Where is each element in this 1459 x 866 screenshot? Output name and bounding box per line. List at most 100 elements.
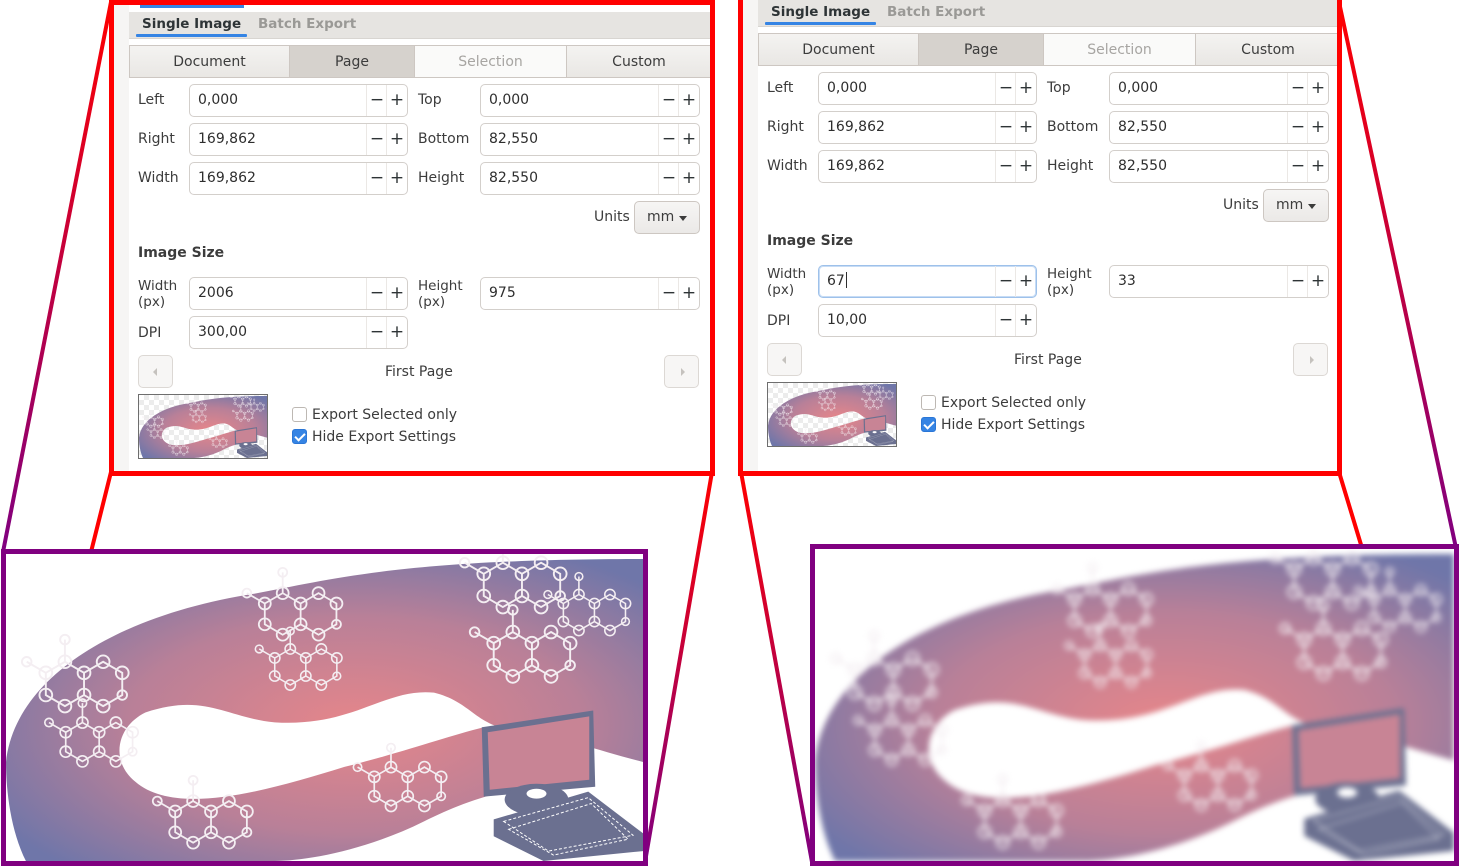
decrement-button[interactable]: − <box>995 112 1016 143</box>
image-height-spinbox[interactable]: 975 − + <box>480 277 700 310</box>
height-label: Height <box>418 170 465 186</box>
image-width-label-line1: Width <box>767 266 807 282</box>
increment-button[interactable]: + <box>1015 112 1036 143</box>
left-value[interactable]: 0,000 <box>198 85 238 116</box>
image-width-text[interactable]: 67 <box>827 273 845 289</box>
decrement-button[interactable]: − <box>366 317 387 348</box>
height-value[interactable]: 82,550 <box>1118 151 1167 182</box>
tab-batch-export[interactable]: Batch Export <box>887 4 985 20</box>
dpi-value[interactable]: 10,00 <box>827 305 867 336</box>
increment-button[interactable]: + <box>678 278 699 309</box>
units-dropdown[interactable]: mm <box>634 201 700 234</box>
bottom-spinbox[interactable]: 82,550 − + <box>480 123 700 156</box>
top-value[interactable]: 0,000 <box>1118 73 1158 104</box>
decrement-button[interactable]: − <box>366 85 387 116</box>
bottom-value[interactable]: 82,550 <box>1118 112 1167 143</box>
height-spinbox[interactable]: 82,550 − + <box>480 162 700 195</box>
increment-button[interactable]: + <box>1307 266 1328 297</box>
next-page-button[interactable] <box>1293 343 1328 376</box>
decrement-button[interactable]: − <box>658 278 679 309</box>
height-value[interactable]: 82,550 <box>489 163 538 194</box>
export-mode-tabs: Single Image Batch Export <box>129 12 710 39</box>
decrement-button[interactable]: − <box>995 73 1016 104</box>
right-value[interactable]: 169,862 <box>827 112 885 143</box>
bottom-spinbox[interactable]: 82,550 − + <box>1109 111 1329 144</box>
top-spinbox[interactable]: 0,000 − + <box>1109 72 1329 105</box>
checkbox-checked-icon[interactable] <box>292 429 307 444</box>
image-width-spinbox[interactable]: 2006 − + <box>189 277 408 310</box>
dropdown-arrow-icon <box>679 216 687 221</box>
width-value[interactable]: 169,862 <box>198 163 256 194</box>
checkbox-unchecked-icon[interactable] <box>921 395 936 410</box>
previous-page-button[interactable] <box>767 343 802 376</box>
width-spinbox[interactable]: 169,862 − + <box>818 150 1037 183</box>
decrement-button[interactable]: − <box>658 124 679 155</box>
top-value[interactable]: 0,000 <box>489 85 529 116</box>
left-value[interactable]: 0,000 <box>827 73 867 104</box>
dpi-value[interactable]: 300,00 <box>198 317 247 348</box>
tab-single-image[interactable]: Single Image <box>135 16 248 37</box>
image-height-value[interactable]: 975 <box>489 278 516 309</box>
image-height-label-line2: (px) <box>418 294 446 310</box>
area-custom-button[interactable]: Custom <box>1196 33 1337 66</box>
area-selection-button[interactable]: Selection <box>1044 33 1196 66</box>
decrement-button[interactable]: − <box>1287 73 1308 104</box>
area-custom-button[interactable]: Custom <box>567 45 710 78</box>
decrement-button[interactable]: − <box>995 151 1016 182</box>
increment-button[interactable]: + <box>1307 73 1328 104</box>
width-spinbox[interactable]: 169,862 − + <box>189 162 408 195</box>
increment-button[interactable]: + <box>1015 151 1036 182</box>
decrement-button[interactable]: − <box>658 163 679 194</box>
decrement-button[interactable]: − <box>995 305 1016 336</box>
left-spinbox[interactable]: 0,000 − + <box>818 72 1037 105</box>
decrement-button[interactable]: − <box>1287 151 1308 182</box>
top-spinbox[interactable]: 0,000 − + <box>480 84 700 117</box>
image-width-spinbox[interactable]: 67 − + <box>818 265 1037 298</box>
decrement-button[interactable]: − <box>658 85 679 116</box>
increment-button[interactable]: + <box>678 85 699 116</box>
checkbox-unchecked-icon[interactable] <box>292 407 307 422</box>
increment-button[interactable]: + <box>386 85 407 116</box>
decrement-button[interactable]: − <box>366 278 387 309</box>
image-height-value[interactable]: 33 <box>1118 266 1136 297</box>
increment-button[interactable]: + <box>678 163 699 194</box>
area-document-button[interactable]: Document <box>758 33 919 66</box>
decrement-button[interactable]: − <box>995 266 1016 297</box>
increment-button[interactable]: + <box>386 317 407 348</box>
increment-button[interactable]: + <box>386 278 407 309</box>
increment-button[interactable]: + <box>1307 112 1328 143</box>
area-document-button[interactable]: Document <box>129 45 290 78</box>
increment-button[interactable]: + <box>678 124 699 155</box>
image-width-value[interactable]: 2006 <box>198 278 234 309</box>
dpi-spinbox[interactable]: 300,00 − + <box>189 316 408 349</box>
height-spinbox[interactable]: 82,550 − + <box>1109 150 1329 183</box>
width-value[interactable]: 169,862 <box>827 151 885 182</box>
decrement-button[interactable]: − <box>1287 112 1308 143</box>
area-page-button[interactable]: Page <box>290 45 415 78</box>
area-page-button[interactable]: Page <box>919 33 1044 66</box>
left-spinbox[interactable]: 0,000 − + <box>189 84 408 117</box>
right-spinbox[interactable]: 169,862 − + <box>189 123 408 156</box>
increment-button[interactable]: + <box>386 124 407 155</box>
tab-batch-export[interactable]: Batch Export <box>258 16 356 32</box>
increment-button[interactable]: + <box>1015 266 1036 297</box>
right-spinbox[interactable]: 169,862 − + <box>818 111 1037 144</box>
dpi-spinbox[interactable]: 10,00 − + <box>818 304 1037 337</box>
increment-button[interactable]: + <box>1015 73 1036 104</box>
decrement-button[interactable]: − <box>366 124 387 155</box>
units-dropdown[interactable]: mm <box>1263 189 1329 222</box>
previous-page-button[interactable] <box>138 355 173 388</box>
increment-button[interactable]: + <box>1015 305 1036 336</box>
area-selection-button[interactable]: Selection <box>415 45 567 78</box>
increment-button[interactable]: + <box>1307 151 1328 182</box>
bottom-value[interactable]: 82,550 <box>489 124 538 155</box>
decrement-button[interactable]: − <box>366 163 387 194</box>
right-value[interactable]: 169,862 <box>198 124 256 155</box>
next-page-button[interactable] <box>664 355 699 388</box>
tab-single-image[interactable]: Single Image <box>764 4 877 25</box>
increment-button[interactable]: + <box>386 163 407 194</box>
checkbox-checked-icon[interactable] <box>921 417 936 432</box>
image-height-spinbox[interactable]: 33 − + <box>1109 265 1329 298</box>
decrement-button[interactable]: − <box>1287 266 1308 297</box>
image-width-value[interactable]: 67 <box>827 266 847 297</box>
